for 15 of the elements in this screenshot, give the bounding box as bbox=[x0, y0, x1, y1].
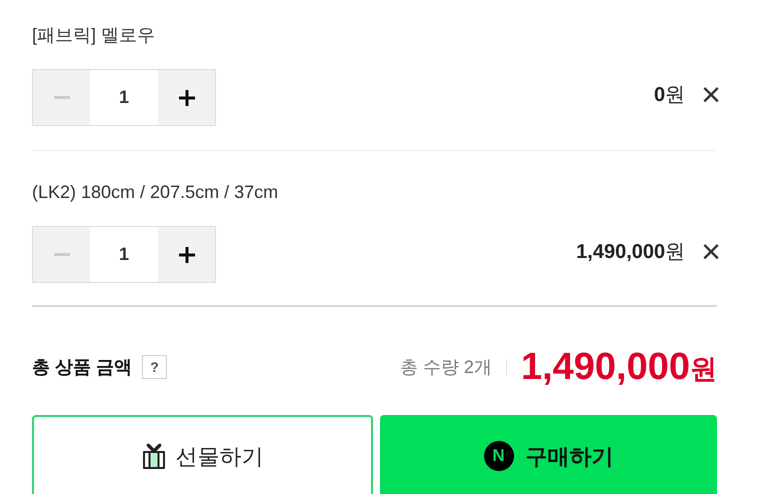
brand-logo-icon: N bbox=[484, 441, 514, 471]
total-label: 총 상품 금액 bbox=[32, 356, 132, 378]
remove-button[interactable]: × bbox=[701, 82, 721, 108]
option-name: (LK2) 180cm / 207.5cm / 37cm bbox=[32, 181, 280, 204]
buy-button[interactable]: N 구매하기 bbox=[380, 415, 717, 494]
option-name: [패브릭] 멜로우 bbox=[32, 24, 156, 47]
total-amount: 1,490,000 bbox=[520, 347, 690, 387]
item-price: 0원 bbox=[654, 82, 686, 108]
total-quantity: 총 수량 2개 bbox=[400, 356, 492, 378]
remove-button[interactable]: × bbox=[701, 238, 721, 264]
item-price: 1,490,000원 bbox=[576, 240, 686, 264]
gift-box-icon bbox=[142, 443, 166, 469]
gift-button[interactable]: 선물하기 bbox=[32, 415, 373, 494]
currency-label: 원 bbox=[690, 353, 717, 386]
help-button[interactable]: ? bbox=[142, 355, 168, 379]
